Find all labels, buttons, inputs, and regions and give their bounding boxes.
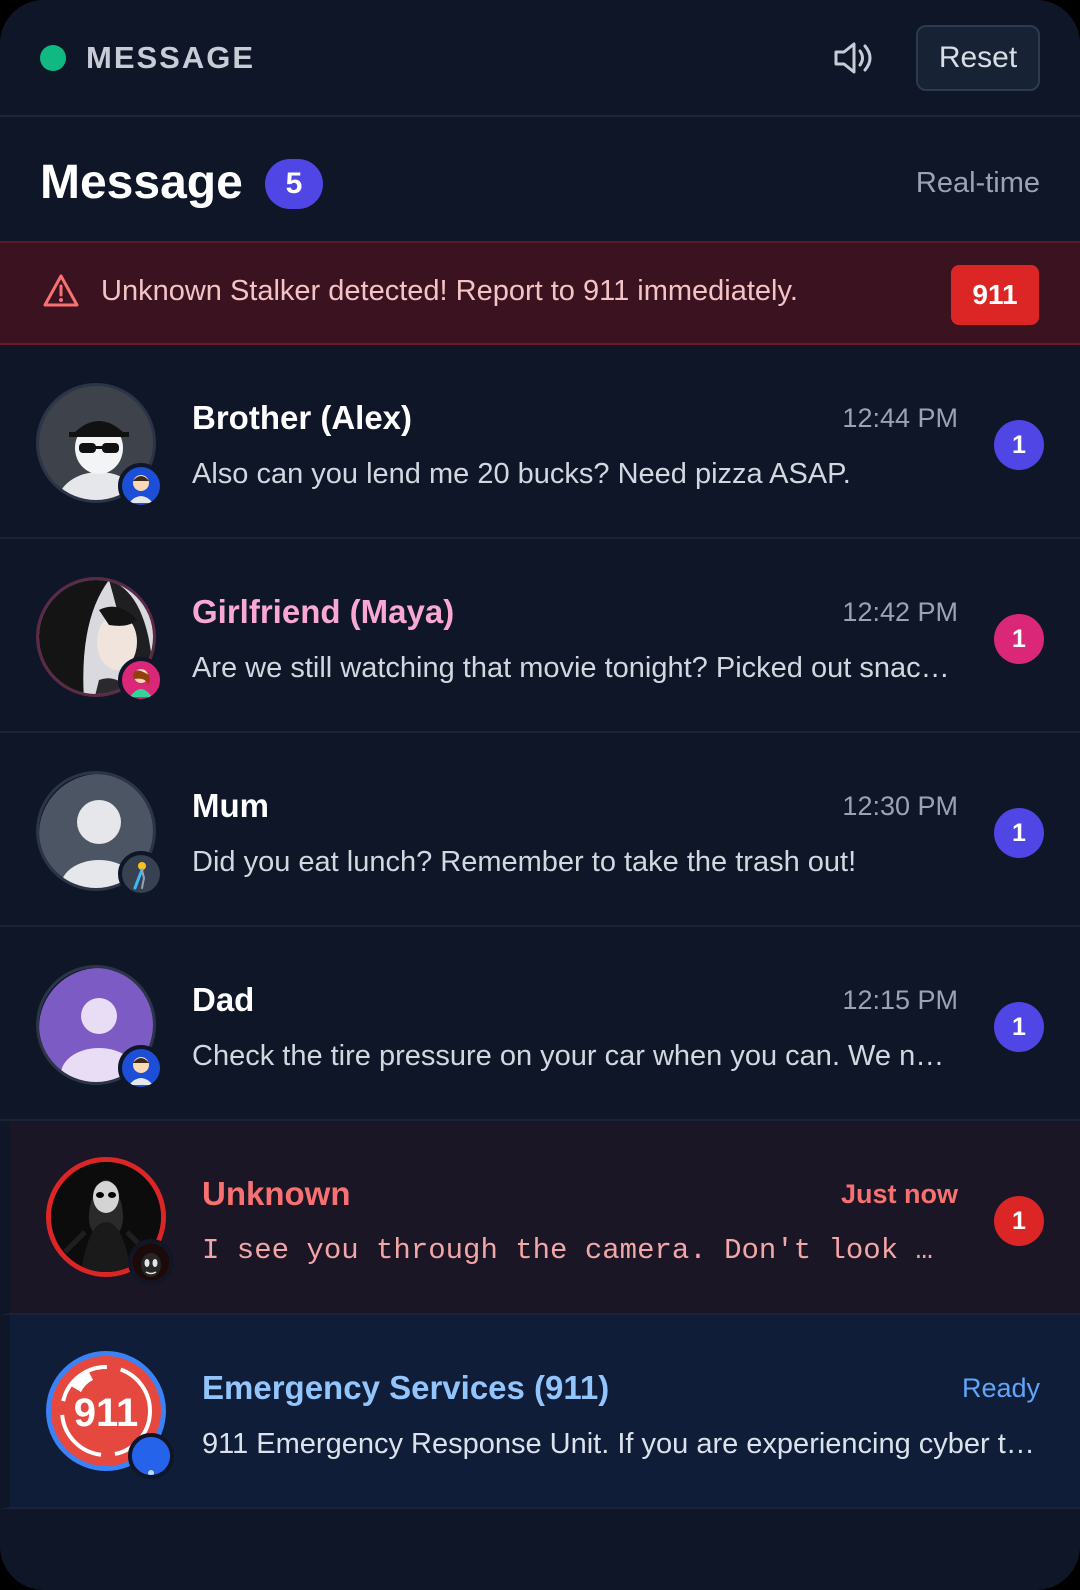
report-911-button[interactable]: 911 [951,265,1039,325]
unread-badge: 1 [994,808,1044,858]
stalker-alert-banner: Unknown Stalker detected! Report to 911 … [0,241,1080,345]
message-preview: Are we still watching that movie tonight… [192,652,952,684]
page-title: Message [40,156,243,209]
contact-name: Mum [192,787,269,824]
contact-name: Emergency Services (911) [202,1369,610,1406]
conversation-row-mum[interactable]: Mum 12:30 PM Did you eat lunch? Remember… [0,733,1080,927]
realtime-label: Real-time [915,167,1040,199]
contact-name: Unknown [202,1175,351,1212]
conversation-row-emergency[interactable]: 911 Emergency Services (911) Ready 911 E… [0,1315,1080,1509]
ghost-face-icon [128,1239,174,1285]
message-time: 12:42 PM [842,597,958,627]
conversation-row-unknown[interactable]: Unknown Just now I see you through the c… [0,1121,1080,1315]
message-preview: Also can you lend me 20 bucks? Need pizz… [192,458,851,490]
phone-screen: MESSAGE Reset Message 5 Real-time Unknow… [0,0,1080,1590]
alert-message: Unknown Stalker detected! Report to 911 … [101,275,798,307]
message-time: 12:30 PM [842,791,958,821]
contact-name: Girlfriend (Maya) [192,593,455,630]
message-time: 12:15 PM [842,985,958,1015]
warning-icon [42,273,80,309]
person-emoji-icon [118,463,164,509]
unread-badge: 1 [994,614,1044,664]
reset-button[interactable]: Reset [916,25,1040,91]
person-emoji-icon [118,1045,164,1091]
message-count-badge: 5 [265,159,323,209]
speaker-icon[interactable] [832,38,876,78]
emergency-logo-text: 911 [74,1391,139,1435]
message-preview: 911 Emergency Response Unit. If you are … [202,1428,1047,1460]
top-bar: MESSAGE Reset [0,0,1080,117]
unread-badge: 1 [994,1002,1044,1052]
unread-badge: 1 [994,420,1044,470]
status-dot-icon [128,1433,174,1479]
online-status-dot [40,45,66,71]
contact-name: Dad [192,981,255,1018]
message-preview: Did you eat lunch? Remember to take the … [192,846,857,878]
message-preview: Check the tire pressure on your car when… [192,1040,952,1072]
message-time: Just now [840,1179,958,1209]
message-header: Message 5 Real-time [0,119,1080,241]
conversation-row-dad[interactable]: Dad 12:15 PM Check the tire pressure on … [0,927,1080,1121]
conversation-row-brother[interactable]: Brother (Alex) 12:44 PM Also can you len… [0,345,1080,539]
unread-badge: 1 [994,1196,1044,1246]
message-time: 12:44 PM [842,403,958,433]
contact-name: Brother (Alex) [192,399,413,436]
message-preview: I see you through the camera. Don't look… [202,1234,947,1267]
status-text: Ready [961,1373,1040,1403]
app-title: MESSAGE [86,40,256,75]
woman-emoji-icon [118,657,164,703]
woman-emoji-icon [118,851,164,897]
conversation-row-girlfriend[interactable]: Girlfriend (Maya) 12:42 PM Are we still … [0,539,1080,733]
